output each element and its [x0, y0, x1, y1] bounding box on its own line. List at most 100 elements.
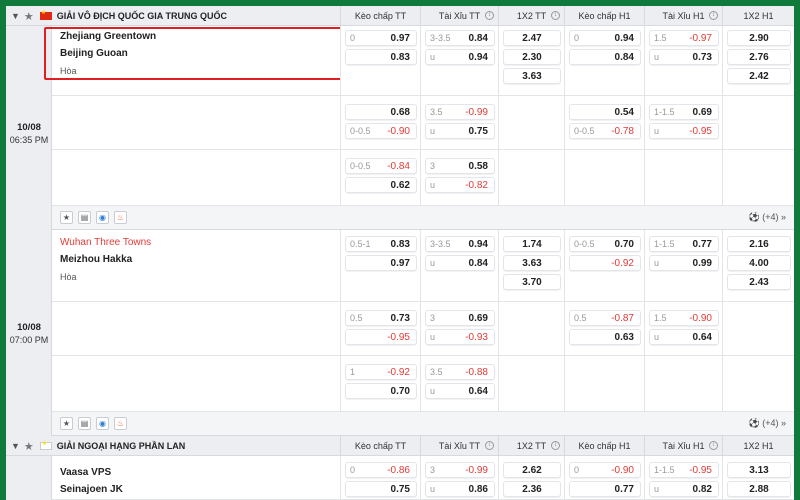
odds-button[interactable]: -0.95	[345, 329, 417, 345]
odds-button[interactable]: 3-3.5 0.84	[425, 30, 495, 46]
col-header-ou-tt[interactable]: Tài Xỉu TT ↕	[420, 436, 498, 456]
odds-button[interactable]: 3.70	[503, 274, 561, 290]
odds-button[interactable]: 0.77	[569, 481, 641, 497]
odds-button[interactable]: 0.83	[345, 49, 417, 65]
odds-button[interactable]: u 0.94	[425, 49, 495, 65]
hot-icon[interactable]: ♨	[114, 417, 127, 430]
odds-button[interactable]: 0.97	[345, 255, 417, 271]
col-header-1x2-h1[interactable]: 1X2 H1	[722, 436, 794, 456]
odds-button[interactable]: 0.62	[345, 177, 417, 193]
more-markets[interactable]: ⚽ (+4) »	[748, 212, 786, 223]
odds-button[interactable]: 0.5-1 0.83	[345, 236, 417, 252]
odds-button[interactable]: 3 0.69	[425, 310, 495, 326]
odds-button[interactable]: u 0.99	[649, 255, 719, 271]
odds-button[interactable]: u -0.82	[425, 177, 495, 193]
col-header-1x2-tt[interactable]: 1X2 TT ↕	[498, 436, 564, 456]
stats-icon[interactable]: ▤	[78, 417, 91, 430]
col-header-ou-tt[interactable]: Tài Xỉu TT ↕	[420, 6, 498, 26]
odds-button[interactable]: u -0.95	[649, 123, 719, 139]
odds-button[interactable]: u 0.84	[425, 255, 495, 271]
watch-icon[interactable]: ◉	[96, 417, 109, 430]
odds-button[interactable]: 2.16	[727, 236, 791, 252]
match-teams[interactable]: Wuhan Three Towns Meizhou Hakka Hòa	[52, 230, 340, 302]
away-team[interactable]: Seinajoen JK	[60, 484, 123, 495]
odds-button[interactable]: 2.43	[727, 274, 791, 290]
col-header-hdp-tt[interactable]: Kèo chấp TT	[340, 436, 420, 456]
col-header-hdp-tt[interactable]: Kèo chấp TT	[340, 6, 420, 26]
league-title[interactable]: ▼ ★ GIẢI VÔ ĐỊCH QUỐC GIA TRUNG QUỐC	[6, 6, 340, 26]
odds-button[interactable]: 0 0.97	[345, 30, 417, 46]
home-team[interactable]: Wuhan Three Towns	[60, 237, 151, 248]
odds-button[interactable]: 0.75	[345, 481, 417, 497]
odds-button[interactable]: 2.42	[727, 68, 791, 84]
odds-button[interactable]: 1.5 -0.90	[649, 310, 719, 326]
chevron-down-icon[interactable]: ▼	[11, 441, 20, 451]
odds-button[interactable]: 1-1.5 -0.95	[649, 462, 719, 478]
odds-button[interactable]: 0.5 0.73	[345, 310, 417, 326]
league-header[interactable]: ▼ ★ GIẢI VÔ ĐỊCH QUỐC GIA TRUNG QUỐC Kèo…	[6, 6, 794, 26]
odds-button[interactable]: 0-0.5 -0.90	[345, 123, 417, 139]
sort-icon[interactable]: ↕	[551, 11, 560, 20]
odds-button[interactable]: u 0.73	[649, 49, 719, 65]
odds-button[interactable]: 0.70	[345, 383, 417, 399]
odds-button[interactable]: 0 -0.90	[569, 462, 641, 478]
odds-button[interactable]: 0 0.94	[569, 30, 641, 46]
odds-button[interactable]: u 0.64	[649, 329, 719, 345]
odds-button[interactable]: 3.63	[503, 68, 561, 84]
odds-button[interactable]: 0.84	[569, 49, 641, 65]
home-team[interactable]: Vaasa VPS	[60, 467, 111, 478]
odds-button[interactable]: u -0.93	[425, 329, 495, 345]
col-header-1x2-h1[interactable]: 1X2 H1	[722, 6, 794, 26]
odds-button[interactable]: u 0.86	[425, 481, 495, 497]
odds-button[interactable]: 0.68	[345, 104, 417, 120]
star-icon[interactable]: ★	[24, 10, 34, 23]
odds-button[interactable]: 2.30	[503, 49, 561, 65]
odds-button[interactable]: 1-1.5 0.69	[649, 104, 719, 120]
stats-icon[interactable]: ▤	[78, 211, 91, 224]
odds-button[interactable]: 3 0.58	[425, 158, 495, 174]
odds-button[interactable]: 2.88	[727, 481, 791, 497]
odds-button[interactable]: 0-0.5 0.70	[569, 236, 641, 252]
odds-button[interactable]: 3 -0.99	[425, 462, 495, 478]
odds-button[interactable]: 0-0.5 -0.84	[345, 158, 417, 174]
odds-button[interactable]: 1 -0.92	[345, 364, 417, 380]
more-markets[interactable]: ⚽ (+4) »	[748, 418, 786, 429]
sort-icon[interactable]: ↕	[709, 11, 718, 20]
odds-button[interactable]: 1-1.5 0.77	[649, 236, 719, 252]
sort-icon[interactable]: ↕	[485, 441, 494, 450]
favorite-icon[interactable]: ★	[60, 211, 73, 224]
sort-icon[interactable]: ↕	[485, 11, 494, 20]
star-icon[interactable]: ★	[24, 440, 34, 453]
favorite-icon[interactable]: ★	[60, 417, 73, 430]
col-header-hdp-h1[interactable]: Kèo chấp H1	[564, 6, 644, 26]
odds-button[interactable]: 3.63	[503, 255, 561, 271]
odds-button[interactable]: 1.74	[503, 236, 561, 252]
chevron-down-icon[interactable]: ▼	[11, 11, 20, 21]
col-header-hdp-h1[interactable]: Kèo chấp H1	[564, 436, 644, 456]
odds-button[interactable]: u 0.82	[649, 481, 719, 497]
odds-button[interactable]: 0.54	[569, 104, 641, 120]
odds-button[interactable]: 0.63	[569, 329, 641, 345]
sort-icon[interactable]: ↕	[709, 441, 718, 450]
league-title[interactable]: ▼ ★ GIẢI NGOẠI HẠNG PHẦN LAN	[6, 436, 340, 456]
league-header[interactable]: ▼ ★ GIẢI NGOẠI HẠNG PHẦN LAN Kèo chấp TT…	[6, 436, 794, 456]
col-header-ou-h1[interactable]: Tài Xỉu H1 ↕	[644, 436, 722, 456]
odds-button[interactable]: 1.5 -0.97	[649, 30, 719, 46]
sort-icon[interactable]: ↕	[551, 441, 560, 450]
hot-icon[interactable]: ♨	[114, 211, 127, 224]
odds-button[interactable]: 2.76	[727, 49, 791, 65]
odds-button[interactable]: 2.62	[503, 462, 561, 478]
odds-button[interactable]: 3.5 -0.88	[425, 364, 495, 380]
col-header-ou-h1[interactable]: Tài Xỉu H1 ↕	[644, 6, 722, 26]
col-header-1x2-tt[interactable]: 1X2 TT ↕	[498, 6, 564, 26]
odds-button[interactable]: 2.36	[503, 481, 561, 497]
watch-icon[interactable]: ◉	[96, 211, 109, 224]
odds-button[interactable]: u 0.75	[425, 123, 495, 139]
away-team[interactable]: Meizhou Hakka	[60, 254, 132, 265]
odds-button[interactable]: 0-0.5 -0.78	[569, 123, 641, 139]
odds-button[interactable]: 0.5 -0.87	[569, 310, 641, 326]
odds-button[interactable]: u 0.64	[425, 383, 495, 399]
odds-button[interactable]: 0 -0.86	[345, 462, 417, 478]
odds-button[interactable]: 3-3.5 0.94	[425, 236, 495, 252]
odds-button[interactable]: -0.92	[569, 255, 641, 271]
